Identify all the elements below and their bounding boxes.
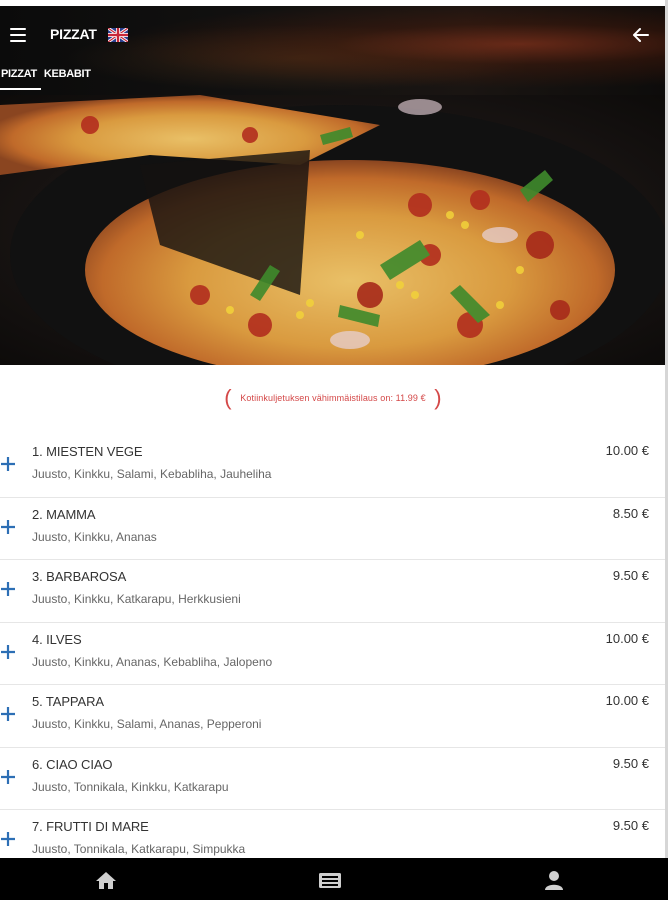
item-name: 7. FRUTTI DI MARE <box>32 819 149 834</box>
arrow-left-icon[interactable] <box>632 26 650 44</box>
item-description: Juusto, Kinkku, Ananas, Kebabliha, Jalop… <box>32 654 273 669</box>
tab-pizzat[interactable]: PIZZAT <box>0 66 41 90</box>
home-icon[interactable] <box>94 870 118 890</box>
plus-icon[interactable] <box>0 769 16 785</box>
menu-list: 1. MIESTEN VEGE Juusto, Kinkku, Salami, … <box>0 435 665 872</box>
item-description: Juusto, Kinkku, Katkarapu, Herkkusieni <box>32 592 241 606</box>
list-item[interactable]: 4. ILVES Juusto, Kinkku, Ananas, Kebabli… <box>0 623 665 685</box>
list-item[interactable]: 1. MIESTEN VEGE Juusto, Kinkku, Salami, … <box>0 435 665 498</box>
item-price: 10.00 € <box>605 693 649 708</box>
uk-flag-icon[interactable] <box>108 28 128 42</box>
item-description: Juusto, Kinkku, Salami, Ananas, Pepperon… <box>32 717 262 731</box>
menu-list-icon[interactable] <box>318 870 342 890</box>
tab-kebabit[interactable]: KEBABIT <box>43 66 95 88</box>
hamburger-menu-icon[interactable] <box>10 28 26 42</box>
minimum-order-notice: ( Kotiinkuljetuksen vähimmäistilaus on: … <box>0 385 666 410</box>
item-name: 5. TAPPARA <box>32 694 104 709</box>
item-description: Juusto, Tonnikala, Katkarapu, Simpukka <box>32 842 246 856</box>
page-title: PIZZAT <box>50 26 97 42</box>
item-price: 9.50 € <box>612 568 649 583</box>
plus-icon[interactable] <box>0 519 16 535</box>
plus-icon[interactable] <box>0 456 16 472</box>
item-price: 8.50 € <box>612 505 649 521</box>
hero-pizza-image <box>0 95 665 365</box>
user-icon[interactable] <box>542 870 566 890</box>
item-name: 3. BARBAROSA <box>32 569 127 584</box>
item-name: 1. MIESTEN VEGE <box>32 444 143 459</box>
plus-icon[interactable] <box>0 644 16 660</box>
item-price: 10.00 € <box>605 443 649 458</box>
notice-text: Kotiinkuljetuksen vähimmäistilaus on: 11… <box>240 393 426 403</box>
list-item[interactable]: 3. BARBAROSA Juusto, Kinkku, Katkarapu, … <box>0 560 665 623</box>
item-description: Juusto, Kinkku, Salami, Kebabliha, Jauhe… <box>32 467 272 481</box>
item-price: 9.50 € <box>612 818 649 833</box>
category-tabs: PIZZAT KEBABIT <box>0 66 95 94</box>
plus-icon[interactable] <box>0 581 16 597</box>
plus-icon[interactable] <box>0 706 16 722</box>
item-price: 10.00 € <box>605 630 649 646</box>
app-header: PIZZAT PIZZAT KEBABIT <box>0 6 666 101</box>
list-item[interactable]: 6. CIAO CIAO Juusto, Tonnikala, Kinkku, … <box>0 748 665 810</box>
item-description: Juusto, Tonnikala, Kinkku, Katkarapu <box>32 779 229 794</box>
notice-pill: ( Kotiinkuljetuksen vähimmäistilaus on: … <box>224 385 442 410</box>
item-name: 6. CIAO CIAO <box>32 756 113 772</box>
item-price: 9.50 € <box>612 755 649 771</box>
item-name: 4. ILVES <box>32 631 82 647</box>
list-item[interactable]: 2. MAMMA Juusto, Kinkku, Ananas 8.50 € <box>0 498 665 560</box>
list-item[interactable]: 5. TAPPARA Juusto, Kinkku, Salami, Anana… <box>0 685 665 748</box>
item-description: Juusto, Kinkku, Ananas <box>32 529 157 544</box>
plus-icon[interactable] <box>0 831 16 847</box>
bottom-navigation <box>0 858 668 900</box>
item-name: 2. MAMMA <box>32 506 96 522</box>
